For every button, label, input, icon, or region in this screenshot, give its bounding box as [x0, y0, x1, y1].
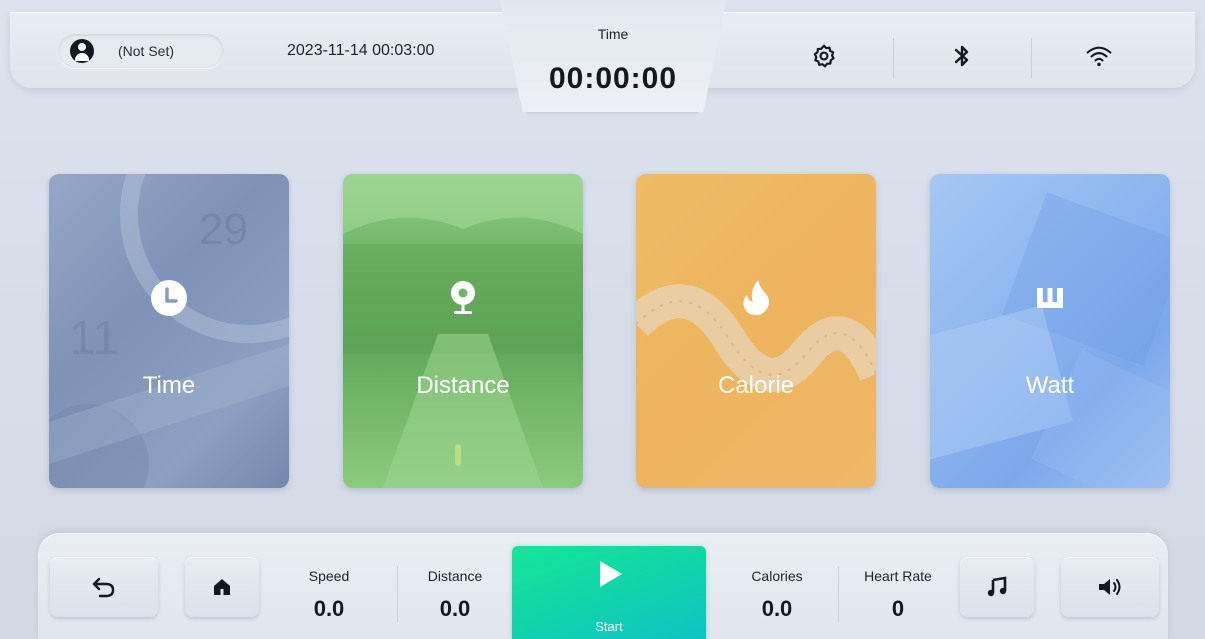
flame-icon [734, 276, 778, 320]
home-icon [214, 579, 230, 595]
stat-divider [838, 566, 839, 622]
stat-value: 0.0 [439, 596, 471, 621]
stat-value: 0.0 [761, 596, 793, 621]
heart-rate-stat: Heart Rate 0 [848, 568, 948, 622]
clock-background-texture: 29 11 [49, 174, 289, 488]
user-name: (Not Set) [118, 43, 175, 59]
location-pin-icon [441, 276, 485, 320]
mode-label: Calorie [717, 372, 795, 399]
settings-gear-icon [813, 44, 835, 68]
timer-label: Time [597, 26, 629, 42]
wifi-icon [1086, 46, 1112, 67]
session-timer: Time 00:00:00 [500, 0, 726, 112]
header-divider [1031, 38, 1032, 78]
distance-stat: Distance 0.0 [405, 568, 505, 622]
mode-card-distance[interactable]: Distance [343, 174, 583, 488]
calories-stat: Calories 0.0 [727, 568, 827, 622]
header-divider [893, 38, 894, 78]
stat-value: 0.0 [313, 596, 345, 621]
bluetooth-icon [954, 45, 969, 67]
user-avatar-icon [70, 39, 94, 63]
mode-label: Distance [416, 372, 510, 399]
mode-label: Watt [1025, 372, 1075, 399]
timer-value: 00:00:00 [548, 62, 678, 95]
mode-card-watt[interactable]: Watt [930, 174, 1170, 488]
back-button[interactable] [50, 557, 158, 617]
stat-label: Speed [308, 568, 350, 584]
play-icon [600, 561, 622, 587]
watt-icon [1028, 276, 1072, 320]
bluetooth-button[interactable] [948, 42, 976, 70]
start-button[interactable]: Start [512, 546, 706, 639]
mode-card-calorie[interactable]: Calorie [636, 174, 876, 488]
speed-stat: Speed 0.0 [279, 568, 379, 622]
road-background-texture [343, 174, 583, 488]
stat-divider [397, 566, 398, 622]
mode-card-time[interactable]: 29 11 Time [49, 174, 289, 488]
stat-value: 0 [891, 596, 905, 621]
user-profile-button[interactable]: (Not Set) [58, 34, 224, 68]
current-datetime: 2023-11-14 00:03:00 [287, 42, 435, 59]
tape-measure-background-texture [636, 284, 876, 392]
clock-icon [147, 276, 191, 320]
back-arrow-icon [92, 577, 115, 598]
stat-label: Heart Rate [864, 568, 932, 584]
mode-label: Time [142, 372, 196, 399]
start-label: Start [595, 619, 623, 634]
wifi-button[interactable] [1085, 42, 1113, 70]
svg-text:29: 29 [199, 205, 248, 254]
music-note-icon [987, 576, 1007, 597]
home-button[interactable] [185, 557, 259, 617]
settings-button[interactable] [810, 42, 838, 70]
volume-button[interactable] [1061, 557, 1159, 617]
volume-icon [1099, 579, 1121, 595]
abstract-background-texture [930, 192, 1170, 488]
music-button[interactable] [960, 557, 1034, 617]
stat-label: Calories [751, 568, 803, 584]
svg-text:11: 11 [69, 312, 119, 365]
stat-label: Distance [427, 568, 483, 584]
